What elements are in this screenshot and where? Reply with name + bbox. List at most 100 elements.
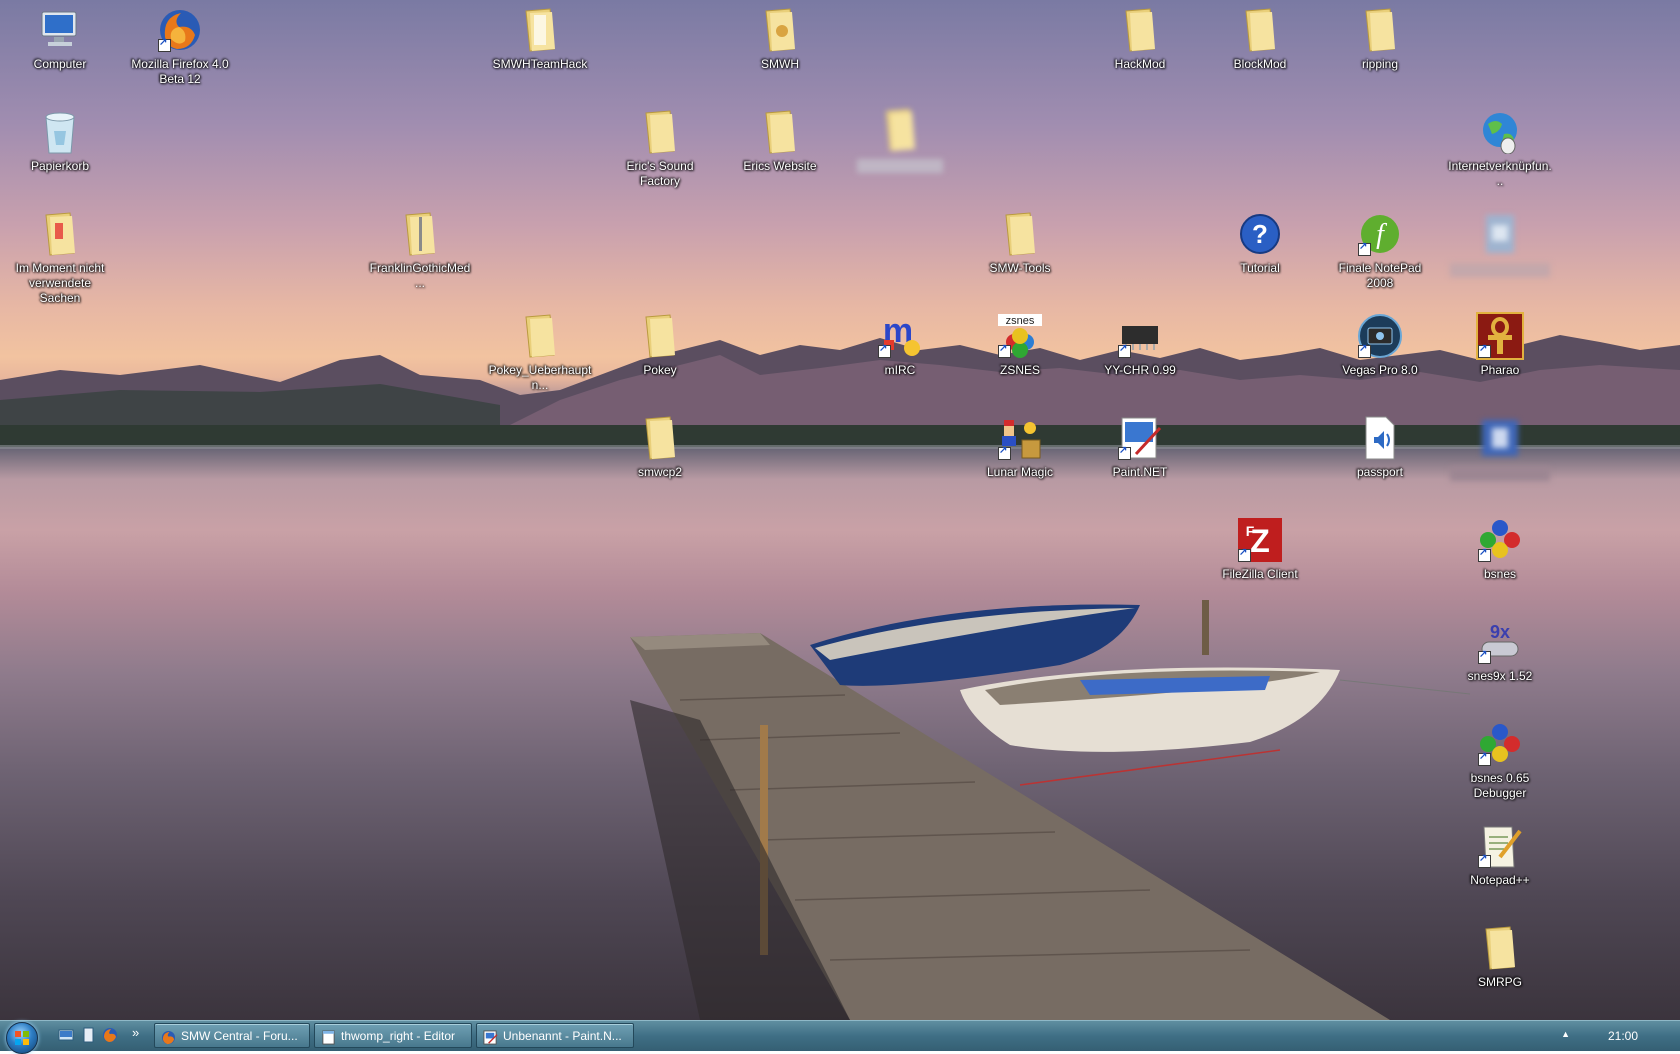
switch-windows-icon[interactable] [80,1027,96,1043]
show-hidden-icons-button[interactable]: ▲ [1561,1029,1570,1039]
desktop-icon-vegas-pro[interactable]: Vegas Pro 8.0 [1328,312,1432,378]
help-icon: ? [1236,210,1284,258]
desktop-icon-label: Notepad++ [1470,873,1530,887]
desktop-icon-folder-im-moment[interactable]: Im Moment nicht verwendete Sachen [8,210,112,306]
ankh-icon [1476,312,1524,360]
zip-folder-icon [396,210,444,258]
folder-icon [36,210,84,258]
desktop-icon-folder-hackmod[interactable]: HackMod [1088,6,1192,72]
shortcut-arrow-icon [878,343,891,358]
firefox-quicklaunch-icon[interactable] [102,1027,118,1043]
desktop-icon-passport[interactable]: passport [1328,414,1432,480]
desktop-icon-folder-pokey[interactable]: Pokey [608,312,712,378]
filezilla-icon: ZF [1236,516,1284,564]
shortcut-arrow-icon [1358,241,1371,256]
desktop-icon-paint-net[interactable]: Paint.NET [1088,414,1192,480]
desktop-icon-firefox[interactable]: Mozilla Firefox 4.0 Beta 12 [128,6,232,87]
taskbar-button-firefox[interactable]: SMW Central - Foru... [154,1023,310,1048]
desktop-icon-label: smwcp2 [637,465,682,479]
desktop-icon-redacted-folder[interactable] [848,106,952,173]
folder-icon [636,312,684,360]
desktop-icon-zsnes[interactable]: zsnes ZSNES [968,312,1072,378]
shortcut-arrow-icon [1478,649,1491,664]
desktop-icon-label: Im Moment nicht verwendete Sachen [15,261,105,305]
redacted-label-block [857,159,943,173]
taskbar: » SMW Central - Foru... thwomp_right - E… [0,1020,1680,1054]
folder-icon [1476,924,1524,972]
app-icon [1476,414,1524,462]
svg-text:9x: 9x [1490,622,1510,642]
desktop-icon-bsnes[interactable]: bsnes [1448,516,1552,582]
desktop-icon-label: snes9x 1.52 [1467,669,1533,683]
desktop-icon-folder-smwcp2[interactable]: smwcp2 [608,414,712,480]
desktop-icon-folder-smwhteamhack[interactable]: SMWHTeamHack [488,6,592,72]
desktop-icon-label: Computer [33,57,87,71]
taskbar-button-paint-net[interactable]: Unbenannt - Paint.N... [476,1023,634,1048]
desktop-icon-folder-smw-tools[interactable]: SMW-Tools [968,210,1072,276]
desktop-icon-label: SMW-Tools [989,261,1051,275]
zsnes-icon: zsnes [996,312,1044,360]
desktop-icon-folder-pokey-ueberhaupt[interactable]: Pokey_Ueberhauptn... [488,312,592,393]
desktop-icon-bsnes-debugger[interactable]: bsnes 0.65 Debugger [1448,720,1552,801]
taskbar-clock[interactable]: 21:00 [1608,1021,1638,1051]
taskbar-button-label: Unbenannt - Paint.N... [503,1029,622,1043]
computer-icon [36,6,84,54]
desktop-icon-label: bsnes 0.65 Debugger [1470,771,1530,800]
desktop-icon-folder-ripping[interactable]: ripping [1328,6,1432,72]
desktop-icon-filezilla[interactable]: ZF FileZilla Client [1208,516,1312,582]
desktop-icon-folder-erics-website[interactable]: Erics Website [728,108,832,174]
desktop-icon-folder-blockmod[interactable]: BlockMod [1208,6,1312,72]
desktop-icon-label: Tutorial [1240,261,1280,275]
vegas-icon [1356,312,1404,360]
desktop-wallpaper: Computer Mozilla Firefox 4.0 Beta 12 SMW… [0,0,1680,1020]
desktop-icon-label: passport [1356,465,1404,479]
desktop-icon-mirc[interactable]: m mIRC [848,312,952,378]
desktop-icon-yy-chr[interactable]: YY-CHR 0.99 [1088,312,1192,378]
shortcut-arrow-icon [158,37,171,52]
folder-icon [516,312,564,360]
desktop-icon-folder-smwh[interactable]: SMWH [728,6,832,72]
snes9x-icon: 9x [1476,618,1524,666]
firefox-icon [156,6,204,54]
desktop-icon-computer[interactable]: Computer [8,6,112,72]
desktop-icon-label: Pharao [1480,363,1520,377]
paint-net-icon [1116,414,1164,462]
desktop-icon-redacted-app[interactable] [1448,210,1552,277]
desktop-icon-internet-shortcut[interactable]: Internetverknüpfun... [1448,108,1552,189]
folder-icon [1116,6,1164,54]
desktop-icon-notepad-plus-plus[interactable]: Notepad++ [1448,822,1552,888]
app-icon [1476,210,1524,258]
desktop-icon-label: Pokey_Ueberhauptn... [488,363,592,392]
desktop-icon-finale-notepad[interactable]: f Finale NotePad 2008 [1328,210,1432,291]
shortcut-arrow-icon [1118,343,1131,358]
bsnes-icon [1476,720,1524,768]
quicklaunch-more-button[interactable]: » [132,1025,139,1040]
recycle-bin-icon [36,108,84,156]
folder-icon [636,108,684,156]
desktop-icon-label: mIRC [884,363,916,377]
redacted-label-block [1450,467,1550,481]
folder-icon [756,6,804,54]
desktop-icon-recycle-bin[interactable]: Papierkorb [8,108,112,174]
desktop-icon-label: Eric's Sound Factory [626,159,694,188]
desktop-icon-label: Vegas Pro 8.0 [1342,363,1418,377]
desktop-icon-label: Internetverknüpfun... [1448,159,1552,188]
show-desktop-icon[interactable] [58,1027,74,1043]
lunar-magic-icon [996,414,1044,462]
folder-icon [636,414,684,462]
desktop-icon-zip-franklin[interactable]: FranklinGothicMed... [368,210,472,291]
desktop-icon-tutorial[interactable]: ? Tutorial [1208,210,1312,276]
taskbar-button-label: thwomp_right - Editor [341,1029,456,1043]
mirc-icon: m [876,312,924,360]
desktop-icon-folder-smrpg[interactable]: SMRPG [1448,924,1552,990]
taskbar-button-editor[interactable]: thwomp_right - Editor [314,1023,472,1048]
svg-text:?: ? [1252,219,1268,249]
desktop-icon-folder-erics-sound-factory[interactable]: Eric's Sound Factory [608,108,712,189]
desktop-icon-label: SMRPG [1477,975,1522,989]
desktop-icon-redacted-app-2[interactable] [1448,414,1552,481]
desktop-icon-pharao[interactable]: Pharao [1448,312,1552,378]
desktop-icon-lunar-magic[interactable]: Lunar Magic [968,414,1072,480]
start-button[interactable] [6,1022,38,1054]
desktop-icon-label: FranklinGothicMed... [369,261,471,290]
desktop-icon-snes9x[interactable]: 9x snes9x 1.52 [1448,618,1552,684]
